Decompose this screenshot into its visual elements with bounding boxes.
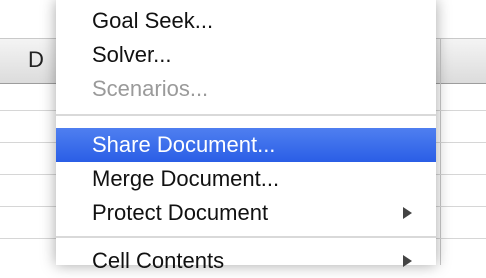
menu-item-label: Share Document... bbox=[92, 132, 276, 157]
menu-item-label: Protect Document bbox=[92, 200, 269, 225]
menu-item-solver[interactable]: Solver... bbox=[56, 38, 436, 72]
menu-item-label: Cell Contents bbox=[92, 248, 225, 273]
menu-item-merge-document[interactable]: Merge Document... bbox=[56, 162, 436, 196]
submenu-arrow-icon bbox=[403, 255, 412, 267]
column-header-d[interactable]: D bbox=[28, 47, 44, 73]
menu-separator bbox=[56, 114, 436, 116]
menu-item-scenarios: Scenarios... bbox=[56, 72, 436, 106]
menu-item-label: Merge Document... bbox=[92, 166, 280, 191]
menu-item-share-document[interactable]: Share Document... bbox=[56, 128, 436, 162]
tools-menu: Goal Seek... Solver... Scenarios... Shar… bbox=[56, 0, 436, 273]
menu-separator bbox=[56, 236, 436, 238]
menu-item-label: Scenarios... bbox=[92, 76, 209, 101]
menu-item-cell-contents[interactable]: Cell Contents bbox=[56, 244, 436, 278]
menu-item-label: Solver... bbox=[92, 42, 172, 67]
menu-item-goal-seek[interactable]: Goal Seek... bbox=[56, 4, 436, 38]
column-divider bbox=[440, 38, 441, 265]
menu-item-label: Goal Seek... bbox=[92, 8, 214, 33]
menu-item-protect-document[interactable]: Protect Document bbox=[56, 196, 436, 230]
submenu-arrow-icon bbox=[403, 207, 412, 219]
